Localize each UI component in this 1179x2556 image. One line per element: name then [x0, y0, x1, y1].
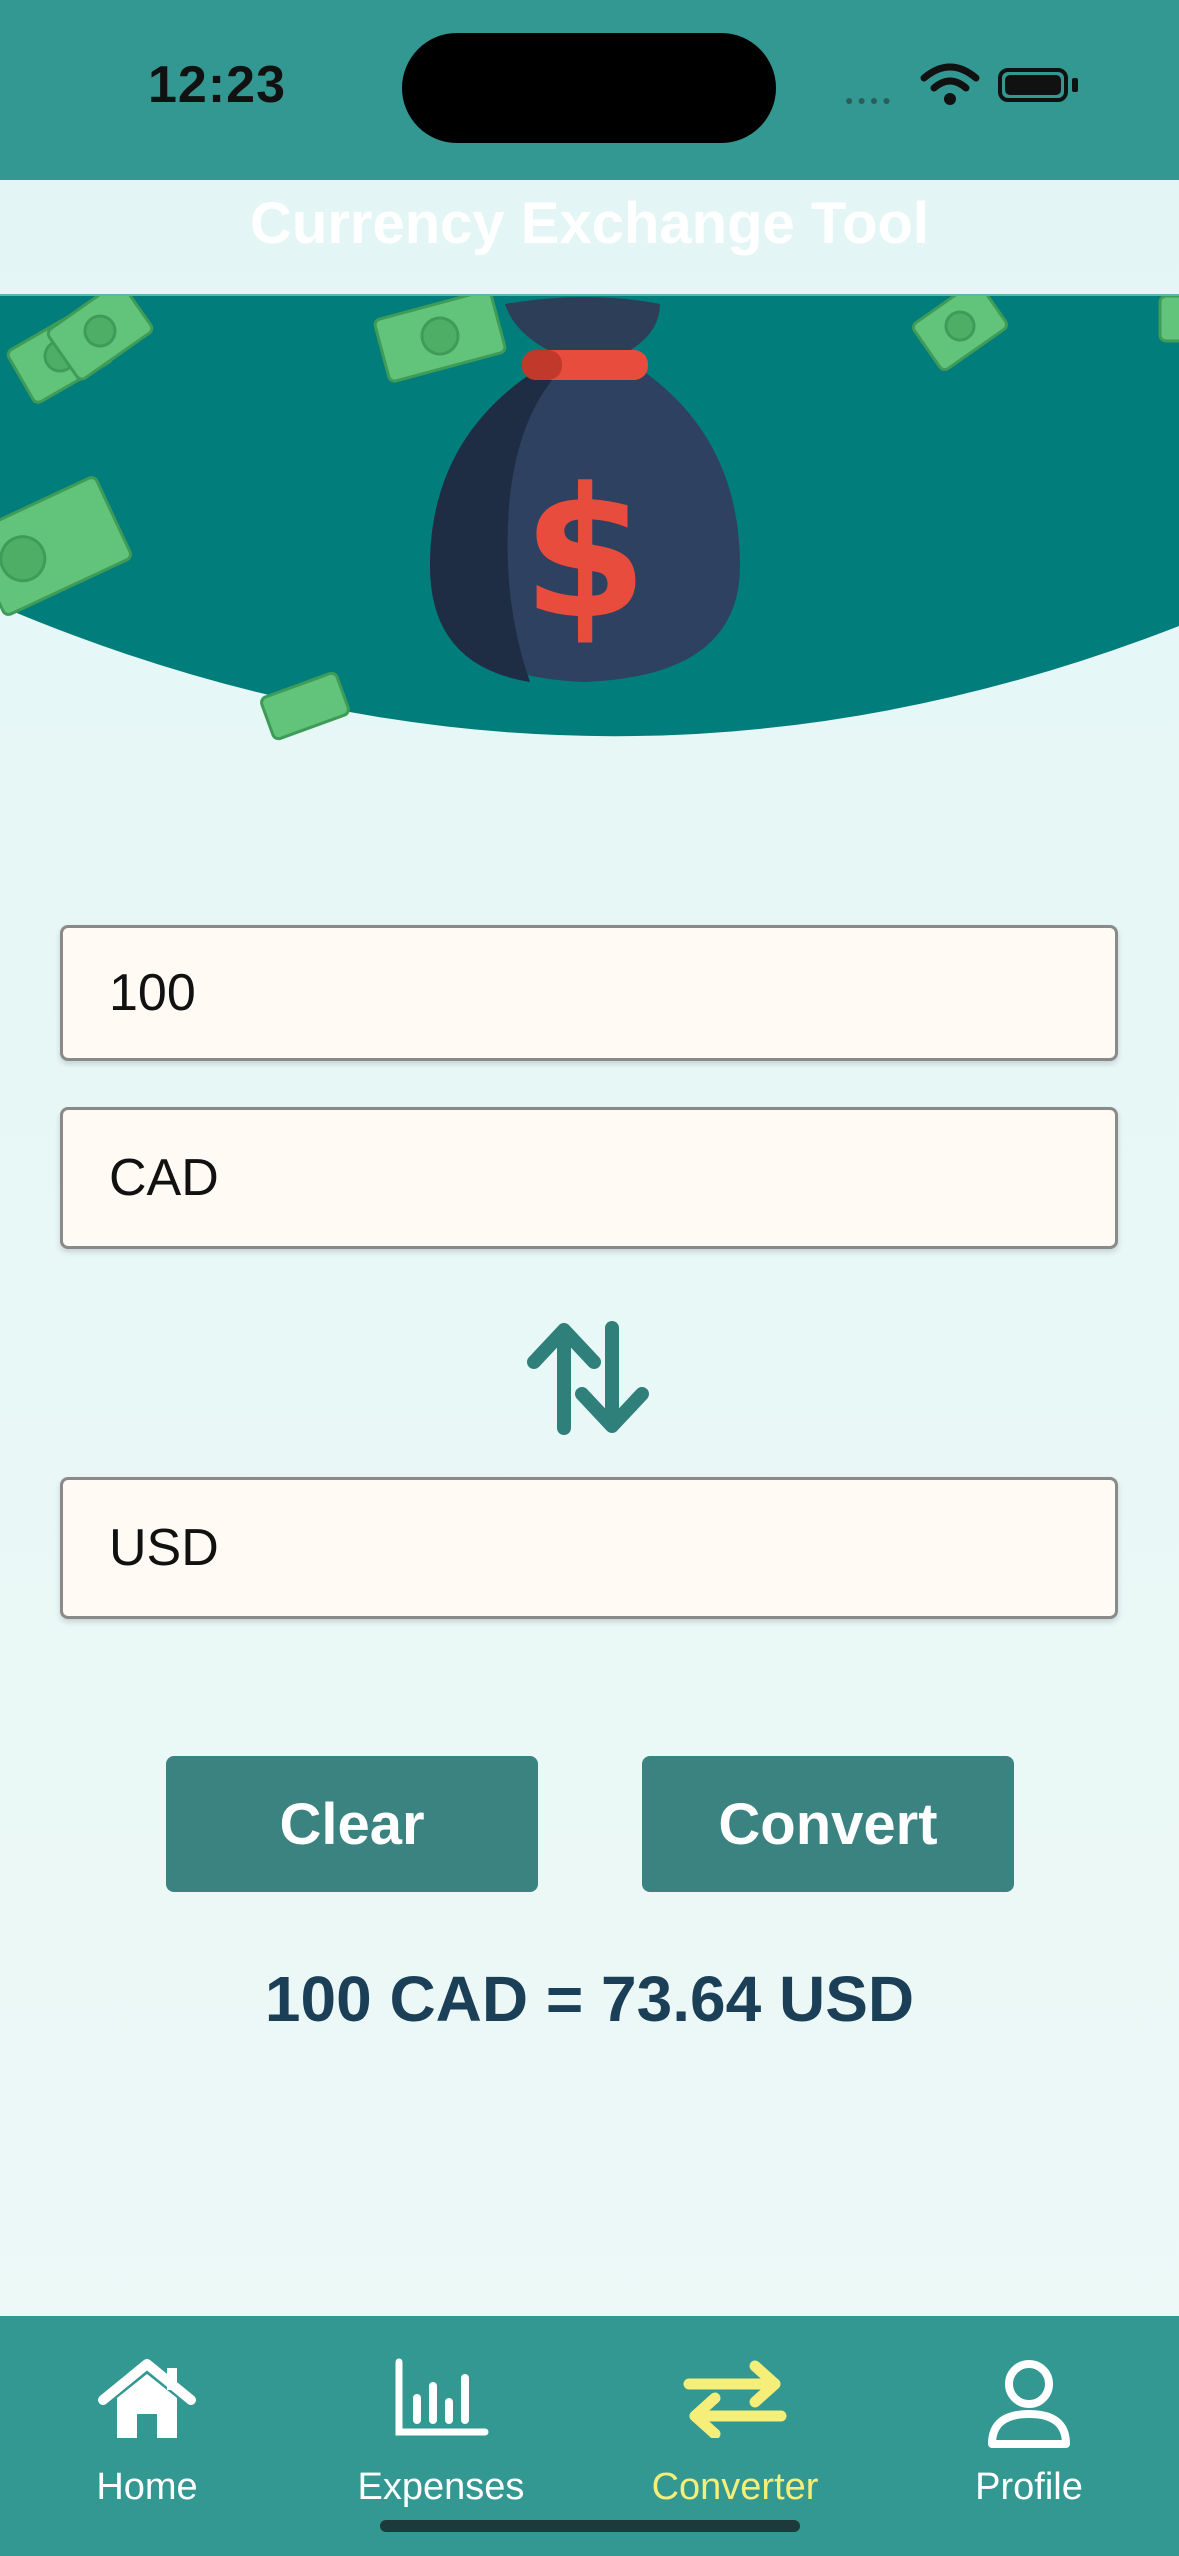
exchange-arrows-icon: [683, 2360, 787, 2438]
convert-button[interactable]: Convert: [642, 1756, 1014, 1892]
tab-converter-label: Converter: [651, 2466, 819, 2508]
to-currency-input[interactable]: USD: [60, 1477, 1118, 1619]
tab-home-label: Home: [96, 2466, 198, 2508]
swap-currencies-icon[interactable]: [520, 1318, 656, 1438]
battery-cap: [1072, 78, 1078, 92]
amount-input-value: 100: [109, 964, 196, 1022]
amount-input[interactable]: 100: [60, 925, 1118, 1061]
wifi-icon: [920, 63, 980, 105]
convert-button-label: Convert: [718, 1791, 938, 1857]
home-indicator[interactable]: [380, 2520, 800, 2532]
svg-text:$: $: [522, 450, 647, 659]
dynamic-island: [402, 33, 776, 143]
clear-button[interactable]: Clear: [166, 1756, 538, 1892]
header-bar: 12:23 ●●●●: [0, 0, 1179, 180]
tab-expenses-label: Expenses: [357, 2466, 525, 2508]
tab-home[interactable]: Home: [0, 2316, 294, 2556]
to-currency-value: USD: [109, 1519, 219, 1577]
conversion-result: 100 CAD = 73.64 USD: [264, 1963, 915, 2035]
from-currency-input[interactable]: CAD: [60, 1107, 1118, 1249]
from-currency-value: CAD: [109, 1149, 219, 1207]
hero-banner: $: [0, 296, 1179, 741]
signal-icon: ●●●●: [845, 92, 895, 108]
tab-profile-label: Profile: [975, 2466, 1083, 2508]
clear-button-label: Clear: [279, 1791, 425, 1857]
page-title: Currency Exchange Tool: [250, 191, 929, 256]
bar-chart-icon: [395, 2358, 489, 2436]
battery-icon: [998, 68, 1068, 102]
status-time: 12:23: [148, 56, 286, 114]
tab-profile[interactable]: Profile: [882, 2316, 1176, 2556]
user-icon: [988, 2360, 1070, 2448]
home-icon: [98, 2359, 196, 2438]
